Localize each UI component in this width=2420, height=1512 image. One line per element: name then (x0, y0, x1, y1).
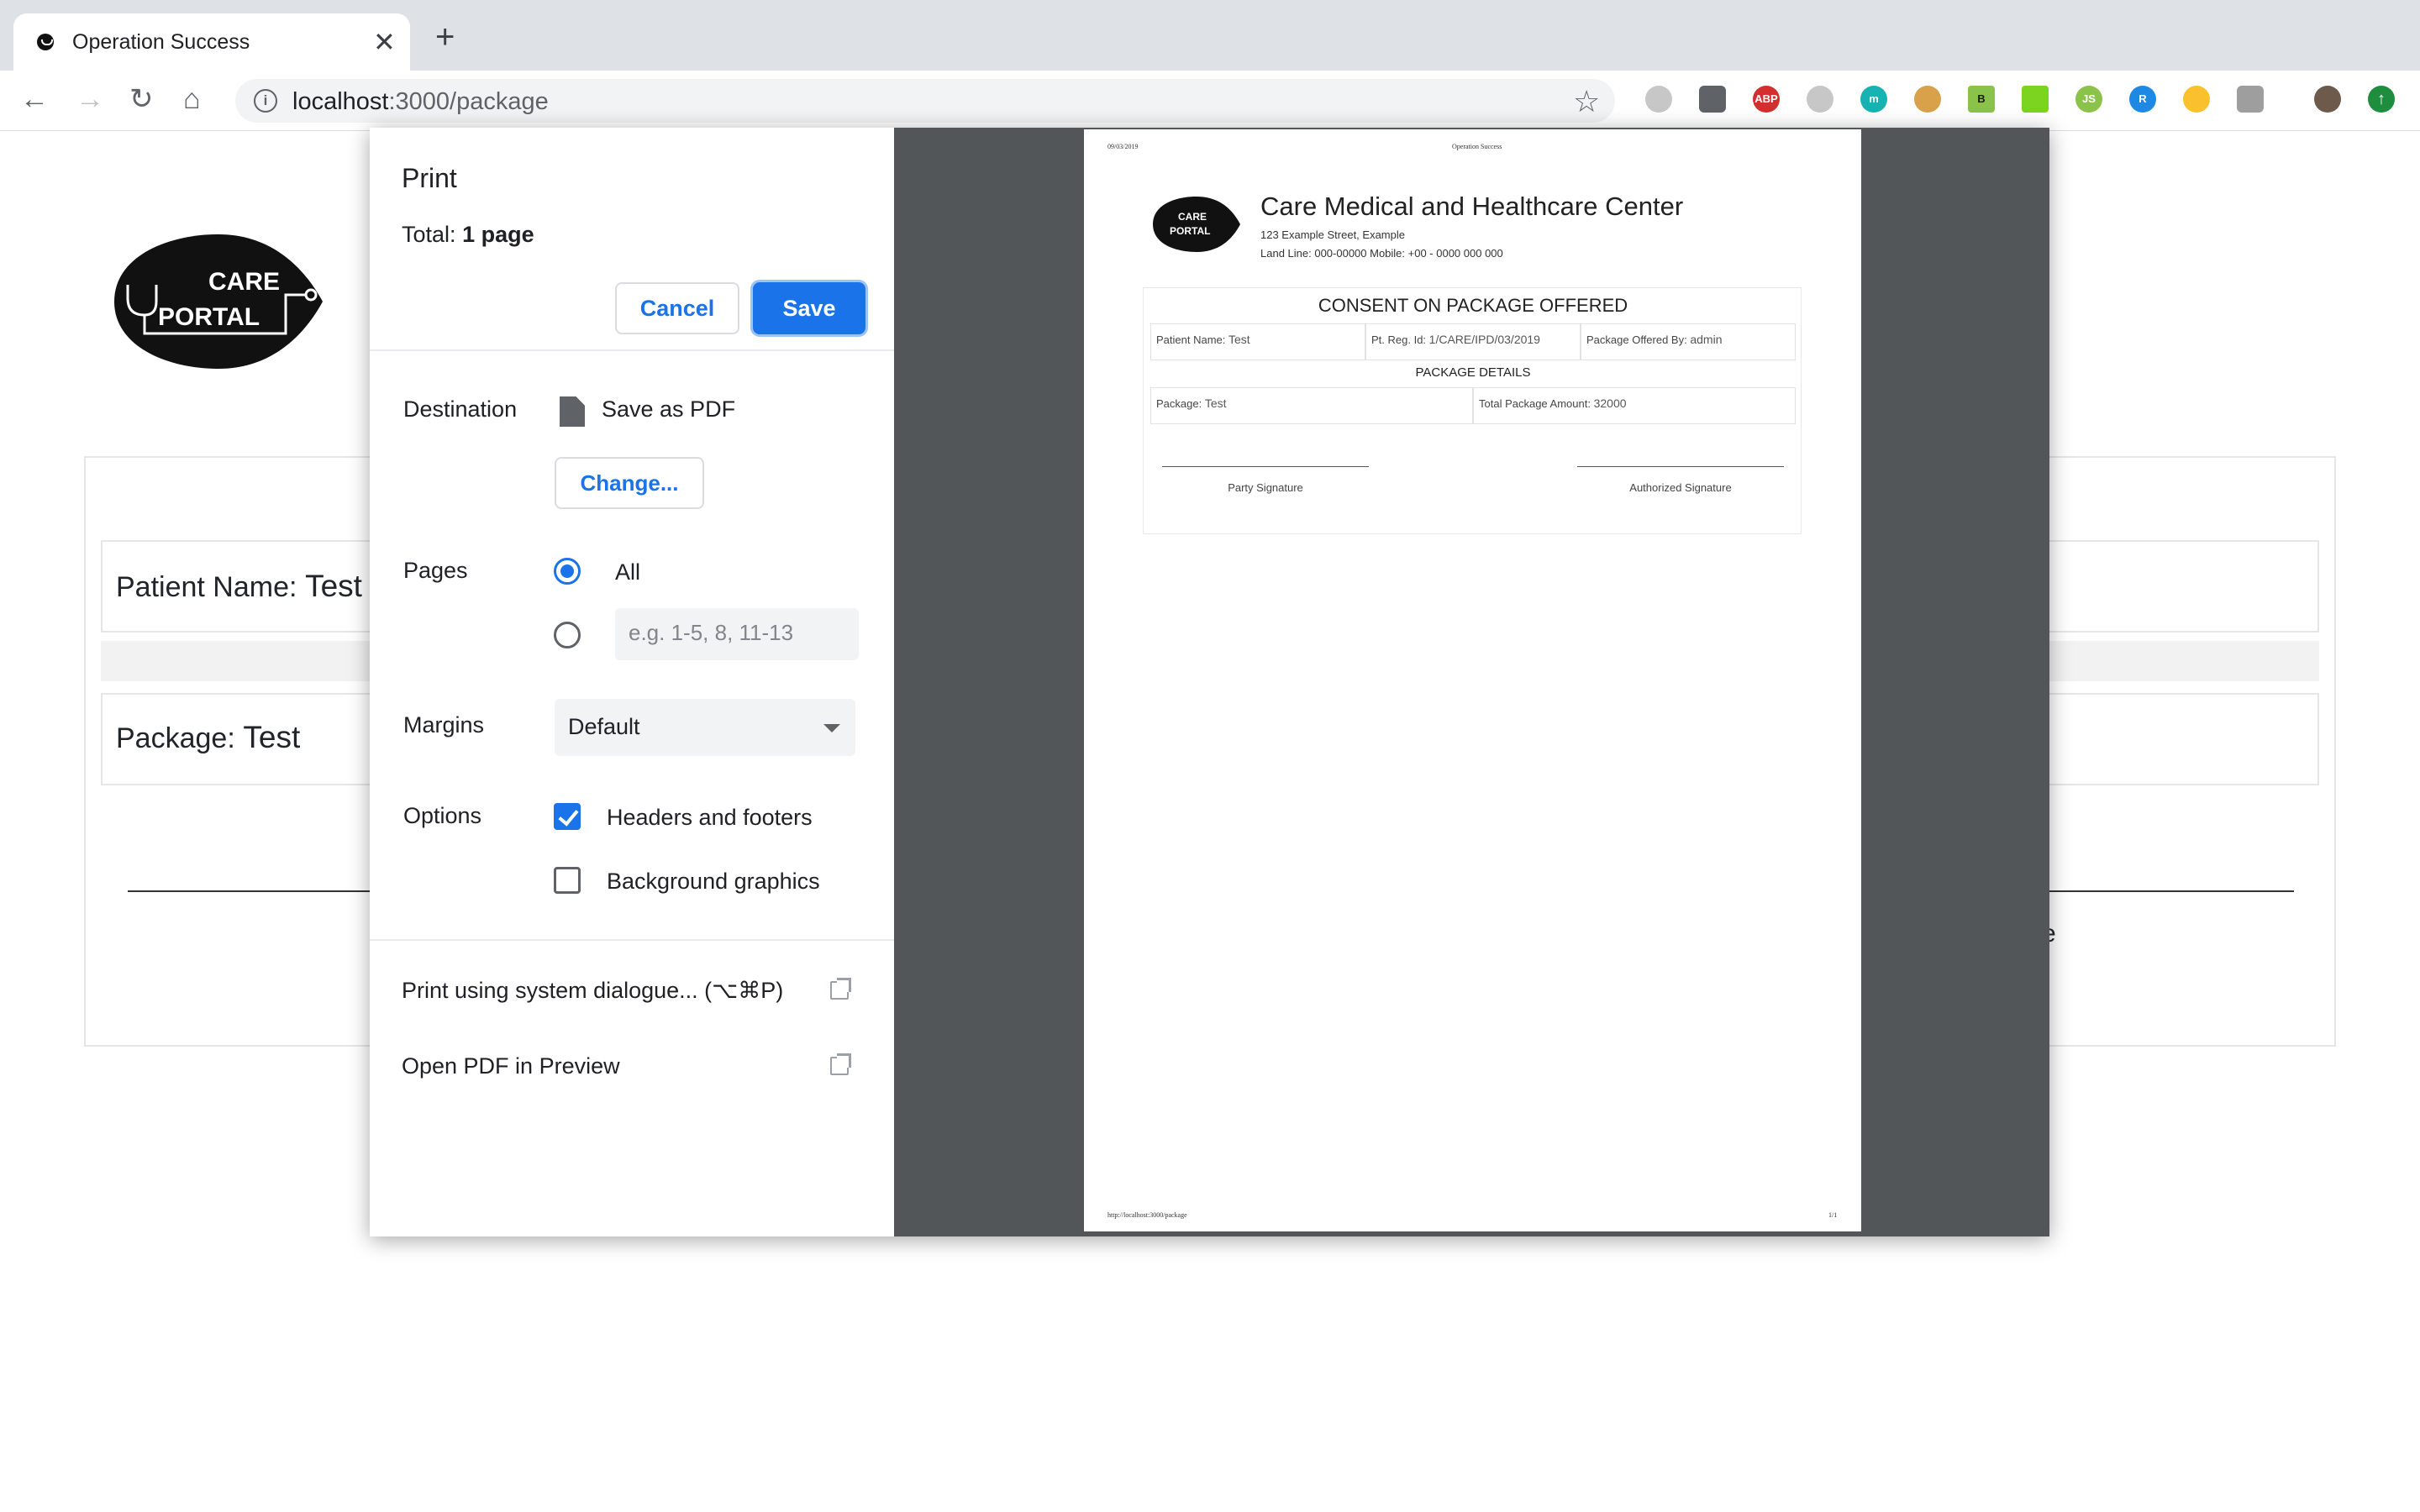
bookmark-star-icon[interactable]: ☆ (1573, 84, 1600, 119)
headers-footers-checkbox[interactable] (554, 803, 581, 830)
extension-m-icon[interactable]: m (1860, 86, 1887, 113)
preview-patient-cell: Patient Name: Test (1150, 323, 1365, 360)
preview-consent-card: CONSENT ON PACKAGE OFFERED Patient Name:… (1143, 287, 1802, 534)
tab-close-icon[interactable]: ✕ (373, 25, 396, 59)
profile-avatar[interactable] (2314, 86, 2341, 113)
preview-page: 09/03/2019 Operation Success CARE PORTAL… (1084, 129, 1861, 1231)
extension-b-icon[interactable]: B (1968, 86, 1995, 113)
svg-text:PORTAL: PORTAL (1170, 225, 1210, 237)
extension-r-icon[interactable]: R (2129, 86, 2156, 113)
authorized-signature-label: Authorized Signature (1629, 481, 1732, 494)
extension-bulb-icon[interactable] (1699, 86, 1726, 113)
party-signature-label: Party Signature (1228, 481, 1303, 494)
preview-amount-cell: Total Package Amount: 32000 (1473, 387, 1796, 424)
system-dialog-link[interactable]: Print using system dialogue... (⌥⌘P) (402, 978, 783, 1004)
party-signature-line (1162, 466, 1369, 467)
favicon-icon (37, 34, 54, 50)
change-destination-button[interactable]: Change... (555, 457, 704, 509)
dropdown-arrow-icon (823, 724, 840, 732)
divider (370, 349, 894, 351)
margins-label: Margins (403, 712, 485, 738)
destination-label: Destination (403, 396, 518, 422)
divider (370, 939, 894, 941)
package-text: Package: Test (116, 720, 301, 754)
preview-header-date: 09/03/2019 (1107, 143, 1139, 150)
pages-all-radio[interactable] (554, 558, 581, 585)
open-external-icon[interactable] (830, 1053, 851, 1075)
pages-custom-input[interactable]: e.g. 1-5, 8, 11-13 (615, 608, 859, 660)
signature-line-right (2033, 890, 2294, 892)
pages-label: Pages (403, 558, 468, 583)
preview-footer-page: 1/1 (1828, 1211, 1838, 1219)
update-icon[interactable]: ↑ (2368, 86, 2395, 113)
preview-header-title: Operation Success (1452, 143, 1502, 150)
margins-select[interactable]: Default (555, 699, 855, 756)
svg-text:CARE: CARE (1178, 211, 1207, 223)
package-details-heading: PACKAGE DETAILS (1415, 365, 1531, 380)
new-tab-button[interactable]: + (435, 20, 455, 54)
print-dialog: Print Total: 1 page Cancel Save Destinat… (370, 128, 2049, 1236)
tab-active[interactable]: Operation Success ✕ (13, 13, 410, 71)
url-text[interactable]: localhost:3000/package (292, 88, 549, 116)
extension-ghost-icon[interactable] (1645, 86, 1672, 113)
headers-footers-label: Headers and footers (607, 805, 813, 830)
cancel-button[interactable]: Cancel (615, 282, 739, 334)
reload-icon[interactable]: ↻ (129, 82, 154, 116)
center-phone: Land Line: 000-00000 Mobile: +00 - 0000 … (1260, 247, 1503, 260)
care-portal-logo: CARE PORTAL (114, 234, 323, 369)
print-preview-area: 09/03/2019 Operation Success CARE PORTAL… (894, 128, 2049, 1236)
background-graphics-checkbox[interactable] (554, 867, 581, 894)
svg-text:CARE: CARE (208, 268, 280, 296)
print-sidebar: Print Total: 1 page Cancel Save Destinat… (370, 128, 894, 1236)
extension-adblock-icon[interactable]: ABP (1753, 86, 1780, 113)
tab-title: Operation Success (72, 30, 250, 54)
tab-strip: Operation Success ✕ + (0, 0, 2420, 71)
patient-name-text: Patient Name: Test (116, 569, 362, 603)
extension-skype-icon[interactable] (1807, 86, 1833, 113)
consent-heading: CONSENT ON PACKAGE OFFERED (1318, 295, 1628, 316)
back-icon[interactable]: ← (20, 82, 49, 116)
center-name: Care Medical and Healthcare Center (1260, 192, 1684, 221)
preview-reg-cell: Pt. Reg. Id: 1/CARE/IPD/03/2019 (1365, 323, 1581, 360)
destination-value: Save as PDF (602, 396, 736, 422)
extension-cookie-icon[interactable] (1914, 86, 1941, 113)
home-icon[interactable]: ⌂ (183, 82, 201, 116)
preview-offered-cell: Package Offered By: admin (1581, 323, 1796, 360)
options-label: Options (403, 803, 482, 828)
extension-js-icon[interactable]: JS (2075, 86, 2102, 113)
open-preview-link[interactable]: Open PDF in Preview (402, 1053, 620, 1079)
print-title: Print (402, 163, 457, 193)
extension-mail-icon[interactable] (2183, 86, 2210, 113)
svg-text:PORTAL: PORTAL (158, 303, 260, 331)
save-button[interactable]: Save (753, 282, 865, 334)
signature-line-left (128, 890, 380, 892)
extension-cube-icon[interactable] (2022, 86, 2049, 113)
background-graphics-label: Background graphics (607, 869, 820, 894)
open-external-icon[interactable] (830, 978, 851, 1000)
extension-camera-icon[interactable] (2237, 86, 2264, 113)
forward-icon[interactable]: → (76, 82, 104, 116)
pages-custom-radio[interactable] (554, 622, 581, 648)
preview-logo: CARE PORTAL (1153, 197, 1240, 252)
address-bar[interactable]: i localhost:3000/package ☆ (235, 79, 1615, 123)
browser-toolbar: ← → ↻ ⌂ i localhost:3000/package ☆ ABP m… (0, 71, 2420, 131)
center-address: 123 Example Street, Example (1260, 228, 1405, 241)
authorized-signature-line (1577, 466, 1784, 467)
pages-all-label: All (615, 559, 641, 585)
preview-package-cell: Package: Test (1150, 387, 1473, 424)
print-total: Total: 1 page (402, 222, 534, 247)
preview-footer-url: http://localhost:3000/package (1107, 1211, 1187, 1219)
document-icon (560, 396, 585, 427)
site-info-icon[interactable]: i (254, 89, 277, 113)
